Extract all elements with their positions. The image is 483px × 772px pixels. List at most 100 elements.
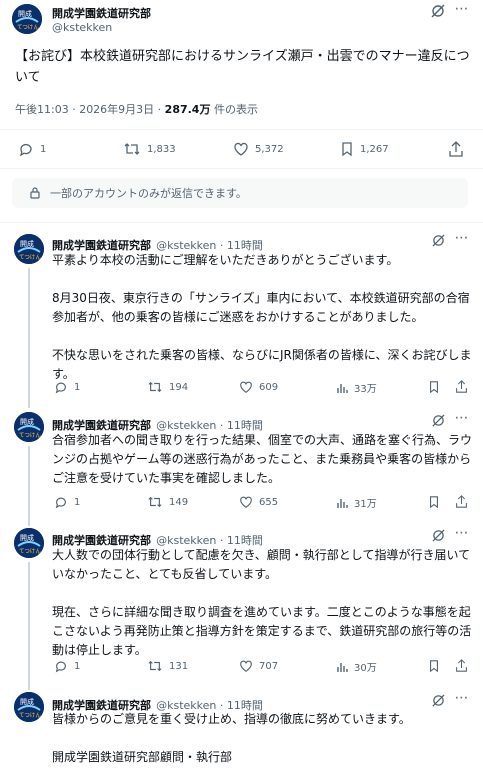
views-button[interactable]: 31万 xyxy=(336,495,377,510)
like-count: 655 xyxy=(259,496,279,508)
like-count: 609 xyxy=(259,381,279,393)
divider xyxy=(0,168,483,169)
share-button[interactable] xyxy=(455,379,468,394)
thread-line xyxy=(28,268,30,408)
repost-icon xyxy=(124,143,140,155)
reply-restriction-text: 一部のアカウントのみが返信できます。 xyxy=(50,187,247,200)
tweet-text: 大人数での団体行動として配慮を欠き、顧問・執行部として指導が行き届いていなかった… xyxy=(52,548,472,657)
avatar-logo-icon: 開成 てつけん xyxy=(12,4,42,34)
bookmark-button[interactable] xyxy=(428,380,440,394)
reply-restriction-notice: 一部のアカウントのみが返信できます。 xyxy=(12,178,468,208)
analytics-icon xyxy=(337,384,348,393)
svg-text:てつけん: てつけん xyxy=(19,432,41,439)
share-icon xyxy=(456,659,467,672)
heart-icon xyxy=(240,660,252,672)
views-label: 件の表示 xyxy=(210,103,258,116)
reply-icon xyxy=(55,497,66,509)
more-icon[interactable]: ⋯ xyxy=(452,230,472,246)
heart-icon xyxy=(240,381,252,393)
more-icon[interactable]: ⋯ xyxy=(452,0,472,18)
avatar[interactable]: 開成 てつけん xyxy=(14,412,44,442)
grok-icon[interactable] xyxy=(428,232,448,248)
like-button[interactable]: 5,372 xyxy=(233,141,284,157)
bookmark-icon xyxy=(430,381,438,394)
svg-text:開成: 開成 xyxy=(18,9,32,18)
like-button[interactable]: 655 xyxy=(239,495,278,509)
divider xyxy=(0,222,483,223)
share-button[interactable] xyxy=(455,658,468,673)
thread-line xyxy=(28,446,30,526)
tweet-text: 【お詫び】本校鉄道研究部におけるサンライズ瀬戸・出雲でのマナー違反について xyxy=(15,49,470,85)
tweet-text: 皆様からのご意見を重く受け止め、指導の徹底に努めていきます。 開成学園鉄道研究部… xyxy=(52,712,411,764)
avatar-logo-icon: 開成 てつけん xyxy=(14,528,44,558)
repost-button[interactable]: 1,833 xyxy=(123,141,176,157)
views-count: 30万 xyxy=(354,663,377,674)
author-handle[interactable]: @kstekken xyxy=(52,21,112,34)
svg-text:てつけん: てつけん xyxy=(19,548,41,555)
svg-text:開成: 開成 xyxy=(20,697,34,706)
views-button[interactable]: 30万 xyxy=(336,659,377,674)
divider xyxy=(0,129,483,130)
analytics-icon xyxy=(337,663,348,672)
like-count: 707 xyxy=(259,660,279,672)
like-button[interactable]: 609 xyxy=(239,380,278,394)
avatar[interactable]: 開成 てつけん xyxy=(14,234,44,264)
views-count: 31万 xyxy=(354,499,377,510)
avatar-logo-icon: 開成 てつけん xyxy=(14,234,44,264)
lock-icon xyxy=(30,187,40,199)
share-icon xyxy=(449,141,463,157)
avatar[interactable]: 開成 てつけん xyxy=(14,528,44,558)
svg-text:てつけん: てつけん xyxy=(19,254,41,261)
reply-count: 1 xyxy=(40,143,47,155)
repost-icon xyxy=(148,496,162,508)
views-count: 33万 xyxy=(354,384,377,395)
avatar[interactable]: 開成 てつけん xyxy=(12,4,42,34)
reply-count: 1 xyxy=(74,381,81,393)
repost-button[interactable]: 194 xyxy=(147,380,188,394)
tweet-text: 平素より本校の活動にご理解をいただきありがとうございます。 8月30日夜、東京行… xyxy=(52,253,472,381)
repost-count: 131 xyxy=(169,660,189,672)
avatar[interactable]: 開成 てつけん xyxy=(14,692,44,722)
repost-icon xyxy=(148,660,162,672)
repost-icon xyxy=(148,381,162,393)
timestamp[interactable]: 午後11:03 · 2026年9月3日 · xyxy=(15,103,165,116)
like-button[interactable]: 707 xyxy=(239,659,278,673)
bookmark-button[interactable]: 1,267 xyxy=(340,141,389,157)
avatar-logo-icon: 開成 てつけん xyxy=(14,412,44,442)
svg-text:開成: 開成 xyxy=(20,417,34,426)
views-button[interactable]: 33万 xyxy=(336,380,377,395)
reply-button[interactable]: 1 xyxy=(54,495,80,509)
share-button[interactable] xyxy=(455,494,468,509)
bookmark-button[interactable] xyxy=(428,659,440,673)
tweet-text: 合宿参加者への聞き取りを行った結果、個室での大声、通路を塞ぐ行為、ラウンジの占拠… xyxy=(52,433,473,485)
reply-button[interactable]: 1 xyxy=(18,141,46,157)
reply-button[interactable]: 1 xyxy=(54,380,80,394)
reply-button[interactable]: 1 xyxy=(54,659,80,673)
more-icon[interactable]: ⋯ xyxy=(452,690,472,706)
svg-text:てつけん: てつけん xyxy=(19,712,41,719)
repost-count: 1,833 xyxy=(147,143,176,155)
reply-icon xyxy=(55,382,66,394)
views-count: 287.4万 xyxy=(164,103,211,116)
thread-line xyxy=(28,562,30,690)
author-name[interactable]: 開成学園鉄道研究部 xyxy=(52,5,151,21)
bookmark-button[interactable] xyxy=(428,495,440,509)
grok-icon[interactable] xyxy=(428,2,448,20)
repost-count: 194 xyxy=(169,381,189,393)
heart-icon xyxy=(234,142,248,156)
grok-icon[interactable] xyxy=(428,527,448,543)
repost-button[interactable]: 131 xyxy=(147,659,188,673)
share-button[interactable] xyxy=(448,140,464,158)
more-icon[interactable]: ⋯ xyxy=(452,410,472,426)
heart-icon xyxy=(240,496,252,508)
share-icon xyxy=(456,380,467,393)
like-count: 5,372 xyxy=(255,143,284,155)
reply-icon xyxy=(19,143,32,157)
more-icon[interactable]: ⋯ xyxy=(452,525,472,541)
svg-text:開成: 開成 xyxy=(20,239,34,248)
repost-button[interactable]: 149 xyxy=(147,495,188,509)
reply-icon xyxy=(55,661,66,673)
grok-icon[interactable] xyxy=(428,692,448,708)
grok-icon[interactable] xyxy=(428,412,448,428)
bookmark-count: 1,267 xyxy=(360,143,389,155)
